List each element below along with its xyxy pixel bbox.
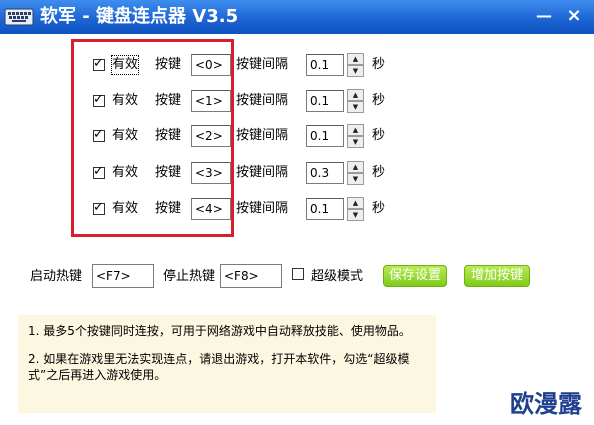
interval-input-1[interactable]: 0.1 xyxy=(306,90,344,112)
seconds-label-4: 秒 xyxy=(372,201,386,216)
interval-spinner-3[interactable]: ▲ ▼ xyxy=(347,161,364,185)
info-line-1: 1. 最多5个按键同时连按，可用于网络游戏中自动释放技能、使用物品。 xyxy=(28,324,411,338)
interval-input-2[interactable]: 0.1 xyxy=(306,125,344,147)
interval-label-1: 按键间隔 xyxy=(236,93,289,108)
seconds-label-3: 秒 xyxy=(372,165,386,180)
interval-input-4[interactable]: 0.1 xyxy=(306,198,344,220)
spin-up-icon[interactable]: ▲ xyxy=(347,53,364,65)
keyboard-icon xyxy=(4,8,34,26)
stop-hotkey-label: 停止热键 xyxy=(163,269,216,284)
interval-spinner-1[interactable]: ▲ ▼ xyxy=(347,89,364,113)
start-hotkey-label: 启动热键 xyxy=(30,269,83,284)
info-line-2: 2. 如果在游戏里无法实现连点，请退出游戏，打开本软件，勾选“超级模式”之后再进… xyxy=(28,352,410,382)
interval-input-0[interactable]: 0.1 xyxy=(306,54,344,76)
start-hotkey-input[interactable]: <F7> xyxy=(92,264,154,288)
minimize-button[interactable]: — xyxy=(532,5,556,29)
seconds-label-1: 秒 xyxy=(372,93,386,108)
add-key-button[interactable]: 增加按键 xyxy=(464,265,530,287)
interval-label-2: 按键间隔 xyxy=(236,128,289,143)
window-title: 软军 - 键盘连点器 V3.5 xyxy=(40,6,239,27)
spin-up-icon[interactable]: ▲ xyxy=(347,124,364,136)
spin-up-icon[interactable]: ▲ xyxy=(347,89,364,101)
interval-label-4: 按键间隔 xyxy=(236,201,289,216)
spin-down-icon[interactable]: ▼ xyxy=(347,136,364,148)
interval-spinner-0[interactable]: ▲ ▼ xyxy=(347,53,364,77)
stop-hotkey-input[interactable]: <F8> xyxy=(220,264,282,288)
watermark-text: 欧漫露 xyxy=(510,390,582,418)
save-settings-button[interactable]: 保存设置 xyxy=(383,265,447,287)
interval-spinner-2[interactable]: ▲ ▼ xyxy=(347,124,364,148)
title-bar[interactable]: 软军 - 键盘连点器 V3.5 — × xyxy=(0,0,594,34)
seconds-label-0: 秒 xyxy=(372,57,386,72)
interval-spinner-4[interactable]: ▲ ▼ xyxy=(347,197,364,221)
info-panel: 1. 最多5个按键同时连按，可用于网络游戏中自动释放技能、使用物品。 2. 如果… xyxy=(18,315,436,413)
spin-down-icon[interactable]: ▼ xyxy=(347,173,364,185)
interval-input-3[interactable]: 0.3 xyxy=(306,162,344,184)
seconds-label-2: 秒 xyxy=(372,128,386,143)
spin-down-icon[interactable]: ▼ xyxy=(347,209,364,221)
close-button[interactable]: × xyxy=(562,5,586,29)
spin-up-icon[interactable]: ▲ xyxy=(347,197,364,209)
highlight-box xyxy=(71,39,234,237)
interval-label-3: 按键间隔 xyxy=(236,165,289,180)
spin-down-icon[interactable]: ▼ xyxy=(347,101,364,113)
spin-up-icon[interactable]: ▲ xyxy=(347,161,364,173)
super-mode-checkbox[interactable] xyxy=(292,268,304,280)
interval-label-0: 按键间隔 xyxy=(236,57,289,72)
spin-down-icon[interactable]: ▼ xyxy=(347,65,364,77)
super-mode-label[interactable]: 超级模式 xyxy=(311,268,363,286)
